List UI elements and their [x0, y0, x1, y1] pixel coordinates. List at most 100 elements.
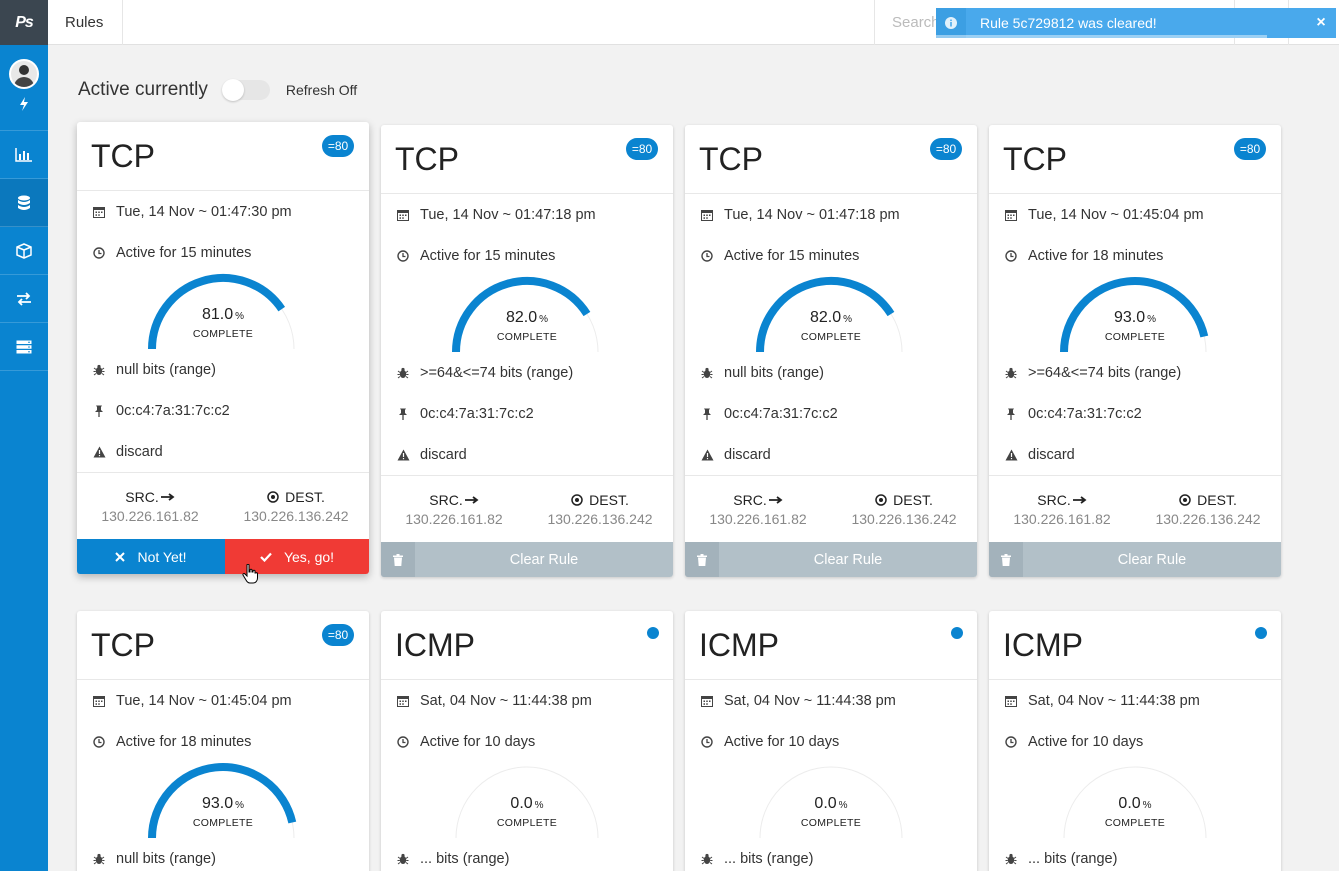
bits-text: ... bits (range): [420, 850, 510, 867]
percent-value: 0.0%: [1118, 795, 1152, 812]
bug-icon: [92, 363, 106, 377]
protocol-label: ICMP: [699, 626, 779, 663]
src-ip: 130.226.161.82: [709, 511, 807, 527]
progress-gauge: 82.0% COMPLETE: [381, 276, 673, 352]
duration-row: Active for 18 minutes: [77, 721, 369, 762]
clock-icon: [700, 735, 714, 749]
mac-row: 0c:c4:7a:31:7c:c2: [77, 390, 369, 431]
protocol-label: TCP: [395, 140, 459, 177]
card-header: TCP =80: [77, 122, 369, 191]
address-block: SRC. 130.226.161.82 DEST. 130.226.136.24…: [989, 475, 1281, 542]
port-badge: =80: [626, 138, 658, 160]
hand-cursor-icon: [242, 564, 258, 584]
dest-ip: 130.226.136.242: [1155, 511, 1261, 527]
source-col: SRC. 130.226.161.82: [77, 489, 223, 539]
status-dot: [951, 627, 963, 639]
dest-col: DEST. 130.226.136.242: [527, 492, 673, 542]
complete-label: COMPLETE: [1104, 817, 1166, 829]
percent-value: 81.0%: [201, 306, 245, 323]
progress-gauge: 93.0% COMPLETE: [989, 276, 1281, 352]
date-text: Sat, 04 Nov ~ 11:44:38 pm: [1028, 692, 1200, 709]
duration-text: Active for 10 days: [420, 733, 536, 750]
date-row: Sat, 04 Nov ~ 11:44:38 pm: [989, 680, 1281, 721]
date-text: Tue, 14 Nov ~ 01:47:30 pm: [116, 203, 292, 220]
bits-row: null bits (range): [77, 838, 369, 871]
bits-row: >=64&<=74 bits (range): [989, 352, 1281, 393]
duration-text: Active for 18 minutes: [116, 733, 252, 750]
search-input[interactable]: Search: [874, 0, 944, 45]
warning-icon: [1004, 448, 1018, 462]
date-row: Sat, 04 Nov ~ 11:44:38 pm: [381, 680, 673, 721]
date-row: Tue, 14 Nov ~ 01:47:18 pm: [685, 194, 977, 235]
pin-icon: [396, 407, 410, 421]
refresh-toggle[interactable]: [221, 79, 270, 101]
not-yet-label: Not Yet!: [137, 548, 187, 565]
src-ip: 130.226.161.82: [1013, 511, 1111, 527]
trash-icon[interactable]: [381, 542, 415, 577]
duration-text: Active for 10 days: [724, 733, 840, 750]
arrow-right-icon: [768, 496, 783, 504]
card-header: TCP =80: [989, 125, 1281, 194]
not-yet-button[interactable]: Not Yet!: [77, 539, 225, 574]
card-header: TCP =80: [77, 611, 369, 680]
src-ip: 130.226.161.82: [405, 511, 503, 527]
complete-label: COMPLETE: [800, 331, 862, 343]
clock-icon: [396, 735, 410, 749]
exchange-icon: [17, 291, 31, 306]
progress-gauge: 0.0% COMPLETE: [989, 762, 1281, 838]
bug-icon: [396, 366, 410, 380]
complete-label: COMPLETE: [192, 328, 254, 340]
date-row: Tue, 14 Nov ~ 01:47:30 pm: [77, 191, 369, 232]
bits-row: ... bits (range): [989, 838, 1281, 871]
trash-icon[interactable]: [685, 542, 719, 577]
bolt-icon[interactable]: [19, 97, 29, 111]
clear-rule-button[interactable]: Clear Rule: [381, 542, 673, 577]
dest-label: DEST.: [893, 492, 933, 508]
calendar-icon: [700, 694, 714, 708]
card-header: ICMP: [989, 611, 1281, 680]
close-icon: [115, 551, 126, 562]
calendar-icon: [700, 208, 714, 222]
complete-label: COMPLETE: [496, 331, 558, 343]
dest-label: DEST.: [589, 492, 629, 508]
complete-label: COMPLETE: [800, 817, 862, 829]
dest-col: DEST. 130.226.136.242: [831, 492, 977, 542]
sidebar-item-transfers[interactable]: [0, 275, 48, 323]
date-text: Sat, 04 Nov ~ 11:44:38 pm: [420, 692, 592, 709]
complete-label: COMPLETE: [496, 817, 558, 829]
dest-label: DEST.: [285, 489, 325, 505]
mac-row: 0c:c4:7a:31:7c:c2: [685, 393, 977, 434]
mac-text: 0c:c4:7a:31:7c:c2: [724, 405, 838, 422]
percent-value: 0.0%: [814, 795, 848, 812]
status-dot: [647, 627, 659, 639]
clock-icon: [700, 249, 714, 263]
protocol-label: ICMP: [395, 626, 475, 663]
src-ip: 130.226.161.82: [101, 508, 199, 524]
clear-rule-button[interactable]: Clear Rule: [685, 542, 977, 577]
sidebar-item-rules[interactable]: [0, 179, 48, 227]
sidebar-item-servers[interactable]: [0, 323, 48, 371]
arrow-right-icon: [160, 493, 175, 501]
complete-label: COMPLETE: [1104, 331, 1166, 343]
source-col: SRC. 130.226.161.82: [989, 492, 1135, 542]
dest-ip: 130.226.136.242: [547, 511, 653, 527]
dest-col: DEST. 130.226.136.242: [223, 489, 369, 539]
close-icon[interactable]: ×: [1306, 14, 1336, 32]
app-logo[interactable]: Ps: [0, 0, 48, 45]
calendar-icon: [1004, 208, 1018, 222]
percent-value: 0.0%: [510, 795, 544, 812]
complete-label: COMPLETE: [192, 817, 254, 829]
port-badge: =80: [1234, 138, 1266, 160]
avatar[interactable]: [9, 59, 39, 89]
info-icon: [936, 8, 966, 38]
check-icon: [260, 552, 272, 562]
duration-row: Active for 15 minutes: [381, 235, 673, 276]
action-row: discard: [685, 434, 977, 475]
card-footer: Not Yet! Yes, go!: [77, 539, 369, 574]
clear-rule-button[interactable]: Clear Rule: [989, 542, 1281, 577]
sidebar-item-analytics[interactable]: [0, 131, 48, 179]
refresh-label: Refresh Off: [285, 82, 358, 98]
card-header: ICMP: [685, 611, 977, 680]
trash-icon[interactable]: [989, 542, 1023, 577]
sidebar-item-packages[interactable]: [0, 227, 48, 275]
